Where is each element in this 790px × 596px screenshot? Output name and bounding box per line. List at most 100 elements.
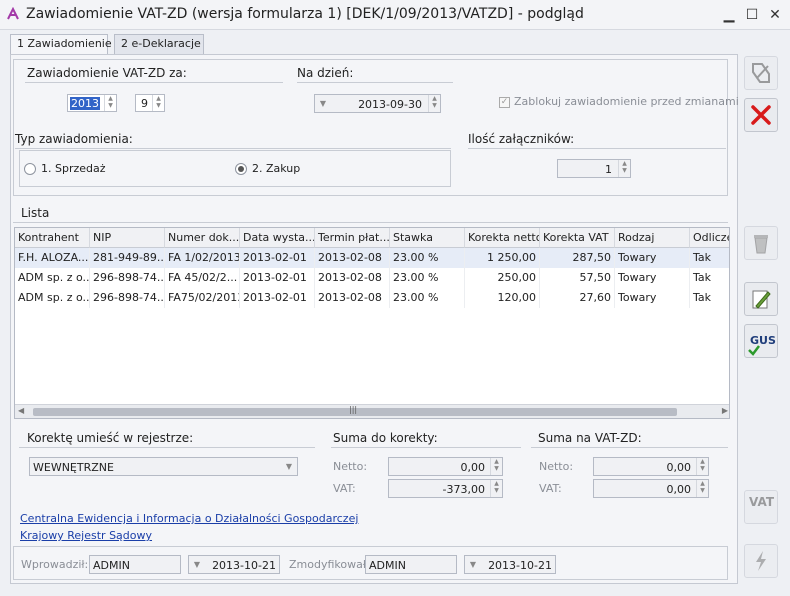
korekta-netto-field: 0,00 ▲ ▼ [388, 457, 503, 476]
scroll-grip: ||| [349, 405, 358, 414]
delete-button[interactable] [744, 226, 778, 260]
trash-icon [754, 235, 768, 254]
radio-zakup[interactable] [235, 163, 247, 175]
typ-label: Typ zawiadomienia: [15, 132, 133, 146]
separator [15, 148, 451, 149]
radio-sprzedaz[interactable] [24, 163, 36, 175]
vatzd-netto-field: 0,00 ▲ ▼ [593, 457, 709, 476]
spin-arrows-icon[interactable]: ▲ ▼ [104, 95, 116, 111]
suma-vatzd-label: Suma na VAT-ZD: [538, 431, 642, 445]
minimize-button[interactable]: ▁ [720, 6, 738, 24]
separator [531, 447, 728, 448]
column-header[interactable]: Termin płat... [315, 228, 390, 248]
column-header[interactable]: Data wysta... [240, 228, 315, 248]
wprowadzil-date: 2013-10-21 [212, 559, 276, 572]
table-cell: 27,60 [540, 288, 615, 308]
zmodyfikowal-label: Zmodyfikował: [289, 558, 370, 571]
vatzd-vat-field: 0,00 ▲ ▼ [593, 479, 709, 498]
table-cell: Tak [690, 268, 729, 288]
separator [468, 148, 726, 149]
scroll-right-icon[interactable]: ▶ [722, 406, 728, 415]
lightning-button[interactable] [744, 544, 778, 578]
spin-arrows-icon[interactable]: ▲ ▼ [618, 160, 630, 177]
table-cell: 287,50 [540, 248, 615, 268]
column-header[interactable]: Rodzaj [615, 228, 690, 248]
dropdown-arrow-icon[interactable]: ▼ [316, 95, 330, 112]
maximize-button[interactable]: ☐ [743, 6, 761, 24]
column-header[interactable]: Numer dok... [165, 228, 240, 248]
wprowadzil-field: ADMIN [89, 555, 181, 574]
spin-arrows-icon: ▲ ▼ [696, 458, 708, 475]
table-cell: 250,00 [465, 268, 540, 288]
dropdown-arrow-icon[interactable]: ▼ [282, 458, 296, 475]
tab-zawiadomienie[interactable]: 1 Zawiadomienie [10, 34, 112, 55]
tab-e-deklaracje[interactable]: 2 e-Deklaracje [114, 34, 204, 54]
cancel-button[interactable] [744, 98, 778, 132]
na-dzien-date-field[interactable]: ▼ 2013-09-30 ▲ ▼ [314, 94, 441, 113]
year-spinner[interactable]: 2013 ▲ ▼ [67, 94, 117, 112]
separator [331, 447, 521, 448]
table-cell: 120,00 [465, 288, 540, 308]
spin-arrows-icon[interactable]: ▲ ▼ [428, 95, 440, 112]
ilosc-spinner[interactable]: 1 ▲ ▼ [557, 159, 631, 178]
rejestr-dropdown[interactable]: WEWNĘTRZNE ▼ [29, 457, 298, 476]
netto-label: Netto: [333, 460, 368, 473]
table-cell: 23.00 % [390, 268, 465, 288]
column-header[interactable]: Korekta VAT [540, 228, 615, 248]
radio-sprzedaz-label[interactable]: 1. Sprzedaż [41, 162, 106, 175]
dropdown-arrow-icon: ▼ [469, 560, 477, 569]
table-cell: FA75/02/2013 [165, 288, 240, 308]
table-cell: 23.00 % [390, 288, 465, 308]
save-button[interactable] [744, 56, 778, 90]
table-cell: Towary [615, 248, 690, 268]
zmodyfikowal-value: ADMIN [369, 559, 406, 572]
vat-button[interactable]: VAT [744, 490, 778, 524]
close-button[interactable]: ✕ [766, 6, 784, 24]
zawiadomienie-label: Zawiadomienie VAT-ZD za: [27, 66, 187, 80]
scroll-left-icon[interactable]: ◀ [18, 406, 24, 415]
table-cell: 296-898-74... [90, 288, 165, 308]
radio-zakup-label[interactable]: 2. Zakup [252, 162, 300, 175]
dropdown-arrow-icon: ▼ [193, 560, 201, 569]
vat-icon: VAT [749, 495, 775, 509]
column-header[interactable]: NIP [90, 228, 165, 248]
table-cell: 2013-02-08 [315, 248, 390, 268]
netto-label: Netto: [539, 460, 574, 473]
edit-document-button[interactable] [744, 282, 778, 316]
column-header[interactable]: Stawka [390, 228, 465, 248]
ceidg-link[interactable]: Centralna Ewidencja i Informacja o Dział… [20, 512, 358, 525]
column-header[interactable]: Korekta netto [465, 228, 540, 248]
column-header[interactable]: Odliczen [690, 228, 729, 248]
korekte-label: Korektę umieść w rejestrze: [27, 431, 194, 445]
column-header[interactable]: Kontrahent [15, 228, 90, 248]
save-icon [752, 63, 770, 83]
wprowadzil-label: Wprowadził: [21, 558, 89, 571]
table-cell: FA 45/02/2... [165, 268, 240, 288]
spin-arrows-icon[interactable]: ▲ ▼ [152, 95, 164, 111]
korekta-netto-value: 0,00 [460, 461, 486, 474]
table-cell: Towary [615, 288, 690, 308]
documents-table: Kontrahent NIP Numer dok... Data wysta..… [14, 227, 730, 419]
scrollbar-thumb[interactable]: ||| [33, 405, 677, 416]
wprowadzil-date-field: ▼ 2013-10-21 [188, 555, 280, 574]
zmodyfikowal-field: ADMIN [365, 555, 457, 574]
ilosc-value: 1 [605, 163, 612, 176]
separator [13, 222, 728, 223]
table-cell: 2013-02-08 [315, 288, 390, 308]
title-bar: Zawiadomienie VAT-ZD (wersja formularza … [0, 0, 790, 30]
table-cell: 1 250,00 [465, 248, 540, 268]
horizontal-scrollbar[interactable]: ◀ ||| ▶ [15, 404, 729, 418]
year-value: 2013 [70, 97, 100, 110]
zablokuj-checkbox[interactable]: ✓ [499, 97, 510, 108]
lista-label: Lista [21, 206, 50, 220]
krs-link[interactable]: Krajowy Rejestr Sądowy [20, 529, 152, 542]
spin-arrows-icon: ▲ ▼ [696, 480, 708, 497]
zablokuj-label: Zablokuj zawiadomienie przed zmianami [514, 95, 739, 108]
edit-document-icon [752, 290, 771, 309]
month-spinner[interactable]: 9 ▲ ▼ [135, 94, 165, 112]
wprowadzil-value: ADMIN [93, 559, 130, 572]
table-cell: ADM sp. z o... [15, 268, 90, 288]
vat-label: VAT: [333, 482, 356, 495]
table-cell: 296-898-74... [90, 268, 165, 288]
gus-button[interactable]: GUS [744, 324, 778, 358]
